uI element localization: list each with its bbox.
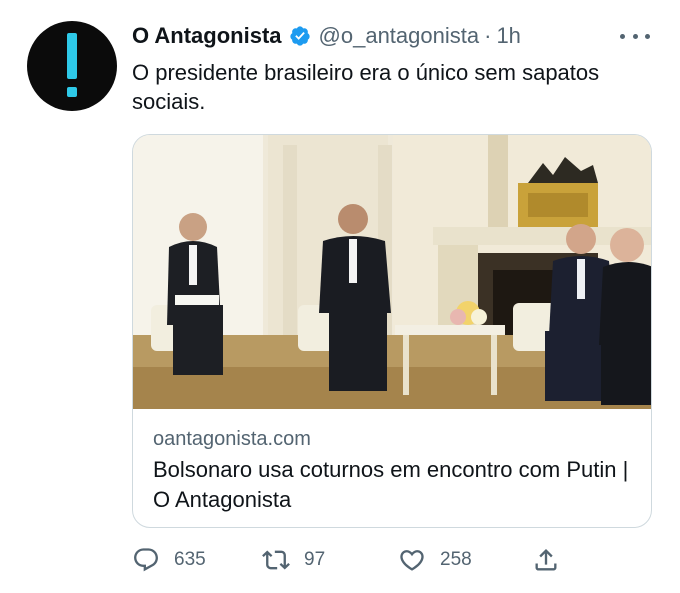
tweet[interactable]: O Antagonista @o_antagonista · 1h O pres… <box>0 0 680 593</box>
reply-icon <box>134 548 158 572</box>
exclamation-icon <box>67 33 77 97</box>
author-name[interactable]: O Antagonista <box>132 23 282 49</box>
timestamp[interactable]: 1h <box>496 23 520 49</box>
card-domain: oantagonista.com <box>153 428 311 450</box>
like-button[interactable]: 258 <box>398 543 472 577</box>
tweet-text: O presidente brasileiro era o único sem … <box>132 60 600 114</box>
more-dot <box>620 33 625 39</box>
card-title: Bolsonaro usa coturnos em encontro com P… <box>153 457 629 512</box>
action-bar: 635 97 258 <box>132 543 572 577</box>
meeting-photo <box>133 135 651 409</box>
link-card[interactable]: oantagonista.com Bolsonaro usa coturnos … <box>132 134 652 528</box>
like-count: 258 <box>440 549 472 570</box>
separator-dot: · <box>484 23 492 48</box>
reply-count: 635 <box>174 549 206 570</box>
more-dot <box>645 33 650 39</box>
retweet-count: 97 <box>304 549 326 570</box>
verified-badge-icon <box>289 26 310 46</box>
more-dot <box>632 33 638 39</box>
heart-icon <box>400 550 424 571</box>
author-handle[interactable]: @o_antagonista <box>319 23 480 49</box>
card-image[interactable] <box>133 135 651 409</box>
more-options-icon[interactable] <box>620 26 650 46</box>
share-button[interactable] <box>532 543 560 577</box>
avatar[interactable] <box>27 21 117 111</box>
share-icon <box>535 549 557 571</box>
reply-button[interactable]: 635 <box>132 543 206 577</box>
tweet-header: O Antagonista @o_antagonista · 1h <box>132 22 521 50</box>
retweet-button[interactable]: 97 <box>262 543 325 577</box>
retweet-icon <box>262 550 290 570</box>
